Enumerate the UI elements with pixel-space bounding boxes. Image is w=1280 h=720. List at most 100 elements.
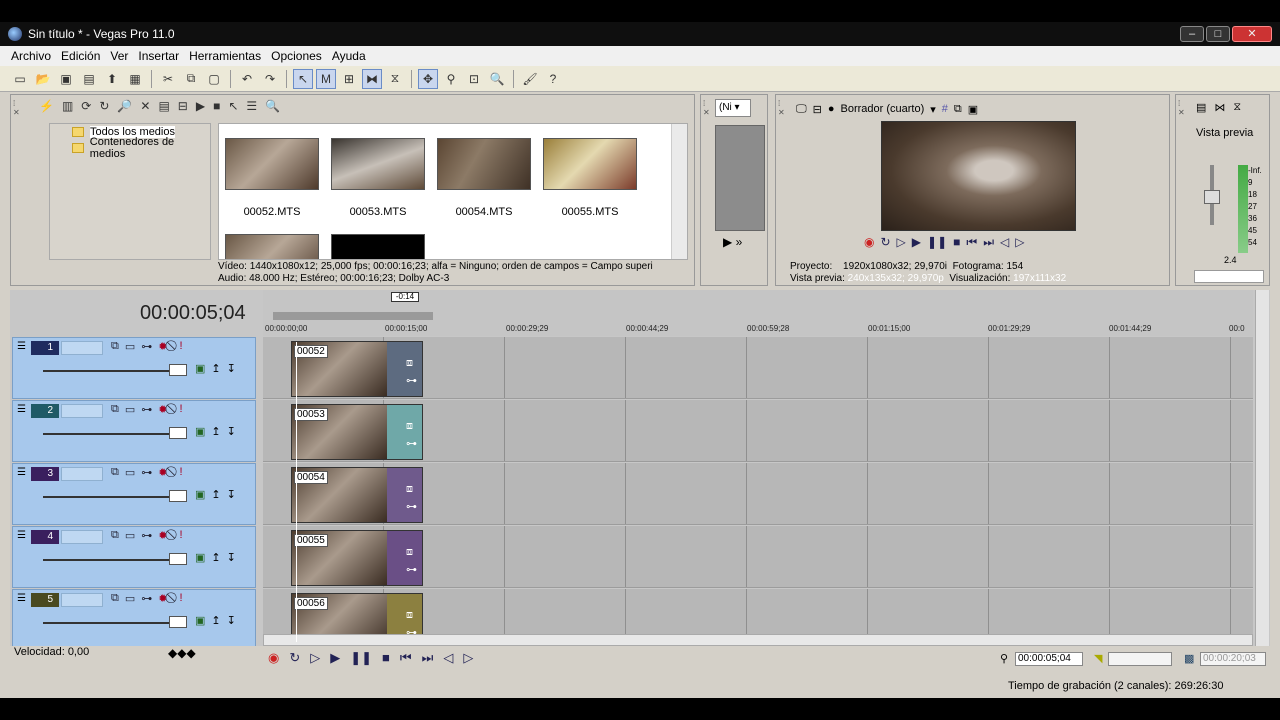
trimmer-select[interactable]: (Ni ▾ [715, 99, 751, 117]
play-icon[interactable]: ▶ [196, 99, 205, 113]
stop-icon[interactable]: ■ [213, 99, 220, 113]
capture-icon[interactable]: ▥ [62, 99, 73, 113]
solo-icon[interactable]: ! [179, 340, 182, 353]
chevron-down-icon[interactable]: ▾ [930, 103, 936, 116]
track-header[interactable]: ☰5⧉▭⊶✹⃠!▣↥↧ [12, 589, 256, 651]
play-icon[interactable]: ▶ [912, 235, 921, 250]
compositing-mode-icon[interactable]: ⧉ [111, 466, 119, 479]
paint-icon[interactable]: 🖌 [520, 69, 540, 89]
save-as-icon[interactable]: ▤ [79, 69, 99, 89]
go-to-end-icon[interactable]: ⏭ [422, 650, 434, 666]
move-down-icon[interactable]: ↧ [227, 614, 236, 627]
make-compositing-child-icon[interactable]: ▭ [125, 529, 135, 542]
auto-crossfade-icon[interactable]: ⧖ [385, 69, 405, 89]
track-collapse-icon[interactable]: ☰ [17, 341, 26, 352]
media-thumb-00055[interactable] [543, 138, 637, 190]
monitor-icon[interactable]: 🖵 [796, 103, 807, 116]
redo-icon[interactable]: ↷ [260, 69, 280, 89]
menu-ver[interactable]: Ver [110, 49, 128, 63]
views-icon[interactable]: ☰ [246, 99, 257, 113]
tree-item-bins[interactable]: Contenedores de medios [50, 136, 210, 160]
dim-icon[interactable]: ⧖ [1233, 101, 1241, 114]
selection-tool-icon[interactable]: ⊞ [339, 69, 359, 89]
loop-icon[interactable]: ↻ [880, 235, 890, 250]
copy-snapshot-icon[interactable]: ⧉ [954, 103, 962, 116]
trimmer-area[interactable] [715, 125, 765, 231]
prev-frame-icon[interactable]: ◁ [443, 650, 453, 666]
solo-icon[interactable]: ! [179, 529, 182, 542]
record-icon[interactable]: ◉ [864, 235, 874, 250]
split-screen-icon[interactable]: ⊟ [813, 103, 822, 116]
menu-archivo[interactable]: Archivo [11, 49, 51, 63]
compositing-mode-icon[interactable]: ⧉ [111, 403, 119, 416]
move-up-icon[interactable]: ↥ [211, 551, 220, 564]
new-project-icon[interactable]: ▭ [10, 69, 30, 89]
track-header[interactable]: ☰3⧉▭⊶✹⃠!▣↥↧ [12, 463, 256, 525]
move-down-icon[interactable]: ↧ [227, 362, 236, 375]
next-frame-icon[interactable]: ▷ [463, 650, 473, 666]
compositing-mode-icon[interactable]: ⧉ [111, 592, 119, 605]
overlays-icon[interactable]: ● [828, 103, 835, 115]
track-fx-chain-icon[interactable]: ▣ [195, 362, 205, 375]
solo-icon[interactable]: ! [179, 403, 182, 416]
move-down-icon[interactable]: ↧ [227, 551, 236, 564]
snapping-icon[interactable]: ⧓ [362, 68, 382, 89]
move-down-icon[interactable]: ↧ [227, 425, 236, 438]
effects-icon[interactable]: ⊟ [178, 99, 188, 113]
refresh-icon[interactable]: ↻ [99, 99, 109, 113]
panel-grip[interactable]: ⁞ ✕ [13, 99, 21, 117]
menu-herramientas[interactable]: Herramientas [189, 49, 261, 63]
import-media-icon[interactable]: ⚡ [39, 99, 54, 113]
track-header[interactable]: ☰4⧉▭⊶✹⃠!▣↥↧ [12, 526, 256, 588]
menu-edicion[interactable]: Edición [61, 49, 100, 63]
panel-grip[interactable]: ⁞ ✕ [703, 99, 711, 117]
get-photo-icon[interactable]: ⟳ [81, 99, 91, 113]
prev-frame-icon[interactable]: ◁ [1000, 235, 1009, 250]
auto-preview-icon[interactable]: ↖ [228, 99, 238, 113]
save-icon[interactable]: ▣ [56, 69, 76, 89]
remove-icon[interactable]: ✕ [140, 99, 150, 113]
track-header[interactable]: ☰1⧉▭⊶✹⃠!▣↥↧ [12, 337, 256, 399]
playhead-cursor[interactable] [296, 342, 297, 642]
media-thumb-00056[interactable] [225, 234, 319, 259]
solo-icon[interactable]: ! [179, 592, 182, 605]
selection-start-field[interactable] [1108, 652, 1172, 666]
track-lane[interactable]: 00054 ⧈ ⊶ [263, 463, 1253, 525]
timeline-vertical-scrollbar[interactable] [1255, 290, 1269, 646]
compositing-mode-icon[interactable]: ⧉ [111, 529, 119, 542]
cursor-position-field[interactable]: 00:00:05;04 [1015, 652, 1083, 666]
track-level-slider[interactable] [43, 559, 173, 561]
track-fx-icon[interactable]: ✹ [158, 529, 167, 542]
save-snapshot-icon[interactable]: ▣ [968, 103, 978, 116]
minimize-button[interactable]: – [1180, 26, 1204, 42]
track-level-knob[interactable] [169, 427, 187, 439]
compositing-mode-icon[interactable]: ⧉ [111, 340, 119, 353]
menu-ayuda[interactable]: Ayuda [332, 49, 366, 63]
make-compositing-child-icon[interactable]: ▭ [125, 403, 135, 416]
track-fx-icon[interactable]: ✹ [158, 466, 167, 479]
go-to-end-icon[interactable]: ⏭ [983, 235, 994, 250]
track-lane[interactable]: 00055 ⧈ ⊶ [263, 526, 1253, 588]
properties-icon[interactable]: ▤ [158, 99, 169, 113]
media-thumb-00053[interactable] [331, 138, 425, 190]
ripple-edit-icon[interactable]: ✥ [418, 68, 438, 89]
downmix-icon[interactable]: ⋈ [1214, 101, 1225, 114]
render-icon[interactable]: ⬆ [102, 69, 122, 89]
cut-icon[interactable]: ✂ [158, 69, 178, 89]
envelope-tool-icon[interactable]: M [316, 68, 336, 89]
selection-length-field[interactable]: 00:00:20;03 [1200, 652, 1266, 666]
move-up-icon[interactable]: ↥ [211, 425, 220, 438]
track-fx-icon[interactable]: ✹ [158, 340, 167, 353]
video-event[interactable]: 00054 ⧈ ⊶ [291, 467, 423, 523]
track-name-field[interactable] [61, 404, 103, 418]
track-fx-icon[interactable]: ✹ [158, 592, 167, 605]
panel-grip[interactable]: ⁞ ✕ [1178, 99, 1186, 117]
track-motion-icon[interactable]: ⊶ [141, 340, 152, 353]
track-name-field[interactable] [61, 467, 103, 481]
track-fx-chain-icon[interactable]: ▣ [195, 425, 205, 438]
track-motion-icon[interactable]: ⊶ [141, 466, 152, 479]
track-level-slider[interactable] [43, 496, 173, 498]
track-level-slider[interactable] [43, 370, 173, 372]
track-level-knob[interactable] [169, 616, 187, 628]
media-thumb-00052[interactable] [225, 138, 319, 190]
